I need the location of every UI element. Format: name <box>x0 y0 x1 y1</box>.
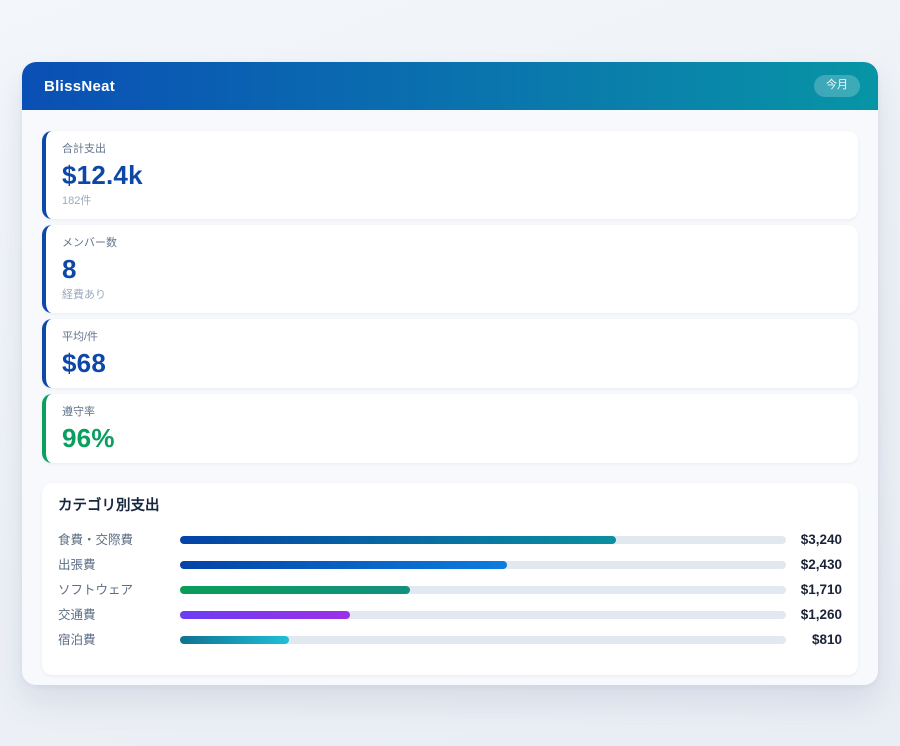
category-label: 食費・交際費 <box>58 534 180 547</box>
stat-value: $68 <box>62 350 842 376</box>
stat-card-total-spend: 合計支出 $12.4k 182件 <box>42 131 858 219</box>
stat-label: 平均/件 <box>62 332 842 343</box>
category-value: $1,710 <box>786 583 842 597</box>
stat-label: メンバー数 <box>62 238 842 249</box>
bar-fill <box>180 611 350 619</box>
category-label: 宿泊費 <box>58 634 180 647</box>
stat-label: 遵守率 <box>62 407 842 418</box>
app-title: BlissNeat <box>44 78 115 95</box>
category-value: $1,260 <box>786 608 842 622</box>
category-value: $2,430 <box>786 558 842 572</box>
category-value: $3,240 <box>786 533 842 547</box>
bar-track <box>180 561 786 569</box>
stat-value: $12.4k <box>62 162 842 188</box>
category-row: 交通費 $1,260 <box>58 603 842 628</box>
category-breakdown-card: カテゴリ別支出 食費・交際費 $3,240 出張費 $2,430 ソフトウェア … <box>42 483 858 675</box>
category-label: 交通費 <box>58 609 180 622</box>
category-rows: 食費・交際費 $3,240 出張費 $2,430 ソフトウェア $1,710 交… <box>58 528 842 653</box>
bar-fill <box>180 586 410 594</box>
category-row: 食費・交際費 $3,240 <box>58 528 842 553</box>
bar-fill <box>180 636 289 644</box>
stat-subtext: 経費あり <box>62 290 842 301</box>
bar-track <box>180 586 786 594</box>
category-row: ソフトウェア $1,710 <box>58 578 842 603</box>
dashboard-panel: BlissNeat 今月 合計支出 $12.4k 182件 メンバー数 8 経費… <box>22 62 878 685</box>
category-section-title: カテゴリ別支出 <box>58 499 842 514</box>
bar-track <box>180 611 786 619</box>
app-header: BlissNeat 今月 <box>22 62 878 110</box>
category-row: 出張費 $2,430 <box>58 553 842 578</box>
dashboard-content: 合計支出 $12.4k 182件 メンバー数 8 経費あり 平均/件 $68 遵… <box>22 110 878 675</box>
bar-fill <box>180 536 616 544</box>
period-filter-badge[interactable]: 今月 <box>814 75 860 96</box>
stat-value: 96% <box>62 425 842 451</box>
category-value: $810 <box>786 633 842 647</box>
category-row: 宿泊費 $810 <box>58 628 842 653</box>
stat-card-average-per-item: 平均/件 $68 <box>42 319 858 388</box>
stat-value: 8 <box>62 256 842 282</box>
bar-fill <box>180 561 507 569</box>
bar-track <box>180 536 786 544</box>
stat-card-member-count: メンバー数 8 経費あり <box>42 225 858 313</box>
category-label: 出張費 <box>58 559 180 572</box>
stat-subtext: 182件 <box>62 196 842 207</box>
category-label: ソフトウェア <box>58 584 180 597</box>
bar-track <box>180 636 786 644</box>
stat-card-compliance-rate: 遵守率 96% <box>42 394 858 463</box>
stat-label: 合計支出 <box>62 144 842 155</box>
